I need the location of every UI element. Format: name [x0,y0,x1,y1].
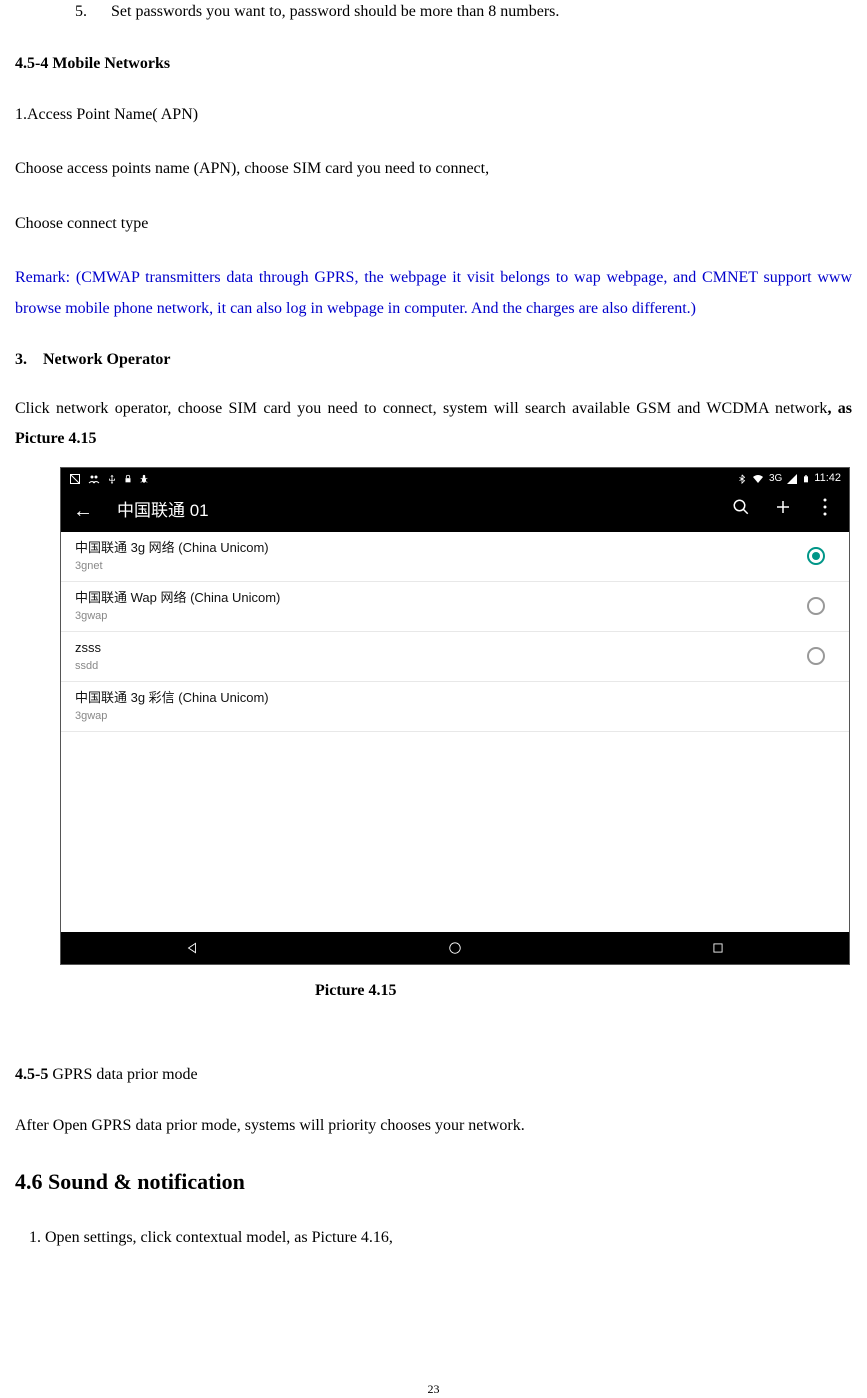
list-text: Network Operator [43,351,171,368]
network-label: 3G [769,471,782,486]
appbar-title: 中国联通 01 [117,498,711,524]
apn-item-title: zsss [75,638,807,658]
list-text: Set passwords you want to, password shou… [111,3,559,20]
apn-item-title: 中国联通 3g 彩信 (China Unicom) [75,688,837,708]
remark-text: Remark: (CMWAP transmitters data through… [15,263,852,324]
statusbar-left-icons [69,473,149,485]
battery-icon [802,473,810,485]
heading-number: 4.5-5 [15,1066,48,1083]
nav-back-icon[interactable] [183,939,201,957]
back-icon[interactable]: ← [73,496,93,526]
network-operator-text: Click network operator, choose SIM card … [15,400,827,417]
list-item-3: 3. Network Operator [15,348,852,372]
notification-icon [69,473,81,485]
list-marker: 3. [15,351,27,368]
apn-item-subtitle: 3gwap [75,608,807,625]
search-icon[interactable] [729,497,753,524]
apn-item-subtitle: ssdd [75,658,807,675]
radio-button[interactable] [807,597,825,615]
overflow-menu-icon[interactable] [813,497,837,524]
empty-space [61,732,849,932]
debug-icon [139,473,149,485]
page-number: 23 [15,1380,852,1398]
sound-para: 1. Open settings, click contextual model… [29,1226,852,1250]
nav-home-icon[interactable] [446,939,464,957]
list-marker: 5. [75,3,87,20]
choose-apn-text: Choose access points name (APN), choose … [15,154,852,184]
android-appbar: ← 中国联通 01 [61,490,849,532]
android-statusbar: 3G 11:42 [61,468,849,490]
apn-item-title: 中国联通 Wap 网络 (China Unicom) [75,588,807,608]
apn-list-item[interactable]: 中国联通 3g 彩信 (China Unicom)3gwap [61,682,849,732]
apn-list-item[interactable]: 中国联通 3g 网络 (China Unicom)3gnet [61,532,849,582]
heading-4-5-4: 4.5-4 Mobile Networks [15,52,852,76]
wifi-icon [751,473,765,485]
list-item-5: 5. Set passwords you want to, password s… [75,0,852,24]
bluetooth-icon [737,473,747,485]
apn-list: 中国联通 3g 网络 (China Unicom)3gnet中国联通 Wap 网… [61,532,849,732]
heading-4-5-5: 4.5-5 GPRS data prior mode [15,1063,852,1087]
apn-heading-line: 1.Access Point Name( APN) [15,100,852,130]
lock-icon [123,473,133,485]
heading-4-6: 4.6 Sound & notification [15,1165,852,1198]
people-icon [87,473,101,485]
network-operator-para: Click network operator, choose SIM card … [15,394,852,455]
heading-text: GPRS data prior mode [48,1066,197,1083]
radio-button[interactable] [807,547,825,565]
radio-button[interactable] [807,647,825,665]
clock-label: 11:42 [814,470,841,487]
statusbar-right-icons: 3G 11:42 [737,470,841,487]
apn-list-item[interactable]: 中国联通 Wap 网络 (China Unicom)3gwap [61,582,849,632]
apn-item-subtitle: 3gwap [75,708,837,725]
apn-item-subtitle: 3gnet [75,558,807,575]
apn-list-item[interactable]: zsssssdd [61,632,849,682]
nav-recents-icon[interactable] [709,939,727,957]
signal-icon [786,473,798,485]
gprs-para: After Open GPRS data prior mode, systems… [15,1111,852,1141]
embedded-screenshot: 3G 11:42 ← 中国联通 01 中国联通 3g 网络 (China Uni… [60,467,850,965]
android-navbar [61,932,849,964]
apn-item-title: 中国联通 3g 网络 (China Unicom) [75,538,807,558]
add-icon[interactable] [771,497,795,524]
picture-caption: Picture 4.15 [315,979,852,1003]
usb-icon [107,473,117,485]
choose-connect-text: Choose connect type [15,209,852,239]
